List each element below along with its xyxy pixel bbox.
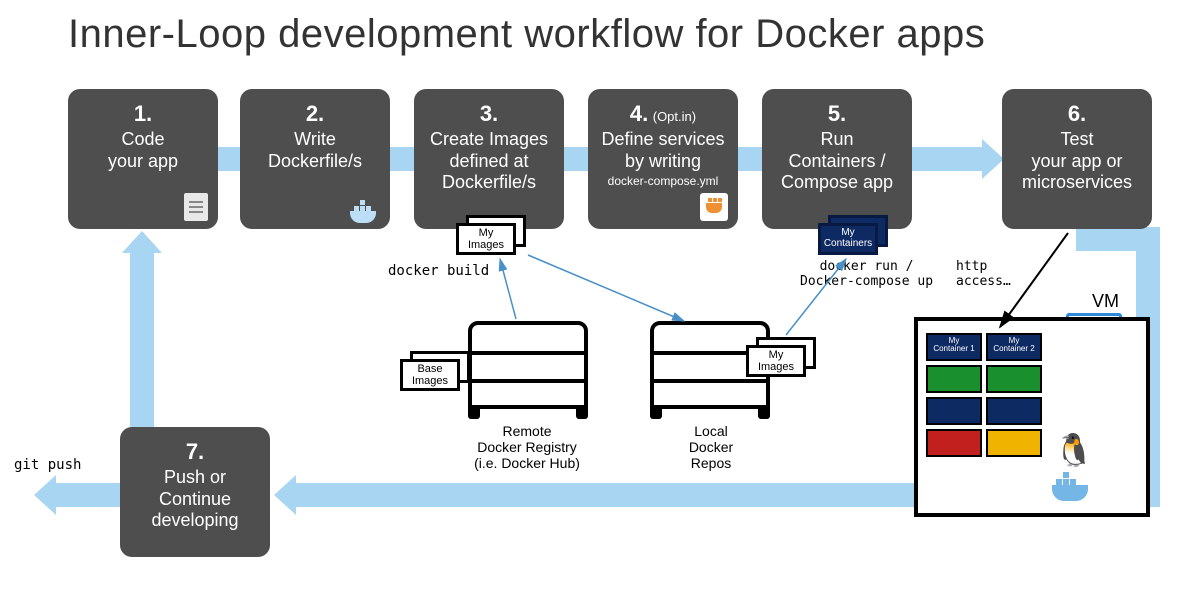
step-7-push: 7. Push or Continue developing — [120, 427, 270, 557]
page-title: Inner-Loop development workflow for Dock… — [0, 0, 1204, 57]
step-num: 2. — [250, 101, 380, 127]
docker-whale-icon-small — [1052, 473, 1096, 501]
step-label: Push or Continue developing — [130, 467, 260, 532]
label-docker-build: docker build — [388, 263, 489, 279]
stack-label: My Images — [456, 223, 516, 255]
step-num: 4. — [630, 101, 648, 126]
vm-layer — [986, 365, 1042, 393]
step-5-run: 5. Run Containers / Compose app — [762, 89, 912, 229]
label-docker-run: docker run / Docker-compose up — [800, 259, 933, 289]
step-2-dockerfile: 2. Write Dockerfile/s — [240, 89, 390, 229]
arrow-git-push — [56, 483, 124, 507]
step-6-test: 6. Test your app or microservices — [1002, 89, 1152, 229]
diagram-stage: 1. Code your app 2. Write Dockerfile/s 3… — [0, 57, 1204, 567]
label-http-access: http access… — [956, 259, 1011, 289]
vm-container-1: My Container 1 — [926, 333, 982, 361]
vm-label: VM — [1092, 291, 1119, 312]
arrow-5-6 — [904, 147, 982, 171]
step-num: 7. — [130, 439, 260, 465]
step-num: 3. — [424, 101, 554, 127]
step-3-create-images: 3. Create Images defined at Dockerfile/s — [414, 89, 564, 229]
vm-containers-grid: My Container 1 My Container 2 — [926, 333, 1044, 461]
arrow-7-to-1 — [130, 253, 154, 429]
vm-layer — [986, 397, 1042, 425]
vm-layer — [926, 365, 982, 393]
base-images-stack: Base Images — [400, 351, 470, 391]
step-4-compose: 4. (Opt.in) Define services by writing d… — [588, 89, 738, 229]
document-icon — [184, 193, 208, 221]
step-sublabel: docker-compose.yml — [598, 174, 728, 188]
stack-label: Base Images — [400, 359, 460, 391]
step-num: 6. — [1012, 101, 1142, 127]
remote-registry-shelf — [468, 321, 588, 409]
my-images-stack-local: My Images — [746, 337, 816, 377]
step-label: Define services by writing — [598, 129, 728, 172]
step-label: Test your app or microservices — [1012, 129, 1142, 194]
step-label: Write Dockerfile/s — [250, 129, 380, 172]
label-git-push: git push — [14, 457, 81, 473]
stack-label: My Containers — [818, 223, 878, 255]
step-label: Code your app — [78, 129, 208, 172]
vm-container-2: My Container 2 — [986, 333, 1042, 361]
vm-layer — [926, 429, 982, 457]
compose-whale-icon — [700, 193, 728, 221]
my-images-stack-top: My Images — [456, 215, 526, 255]
stack-label: My Images — [746, 345, 806, 377]
linux-tux-icon: 🐧 — [1054, 431, 1094, 469]
docker-whale-icon — [350, 199, 382, 223]
remote-registry-label: Remote Docker Registry (i.e. Docker Hub) — [452, 423, 602, 471]
step-opt: (Opt.in) — [653, 109, 696, 124]
step-num: 1. — [78, 101, 208, 127]
step-num: 5. — [772, 101, 902, 127]
step-label: Run Containers / Compose app — [772, 129, 902, 194]
local-repos-label: Local Docker Repos — [636, 423, 786, 471]
my-containers-stack: My Containers — [818, 215, 888, 255]
vm-layer — [926, 397, 982, 425]
vm-layer — [986, 429, 1042, 457]
step-label: Create Images defined at Dockerfile/s — [424, 129, 554, 194]
arrow-6-down-elbow — [1076, 227, 1160, 251]
step-1-code: 1. Code your app — [68, 89, 218, 229]
